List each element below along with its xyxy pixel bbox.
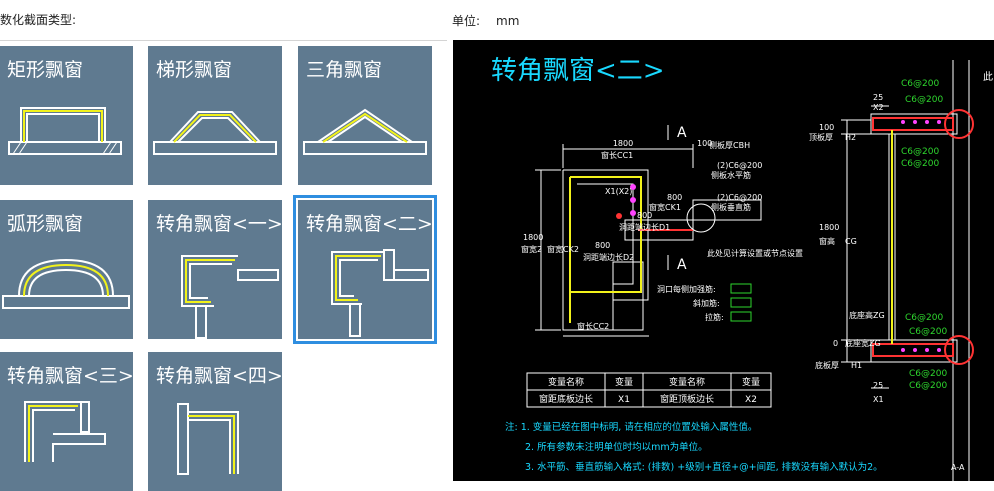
table-cell: 窗距顶板边长	[660, 393, 714, 405]
dim-800-a: 800	[667, 193, 682, 202]
table-cell: 窗距底板边长	[539, 393, 593, 405]
rebar-label: C6@200	[909, 369, 947, 379]
label-kuan2: 窗宽2	[521, 244, 542, 254]
label-note-calc: 此处见计算设置或节点设置	[707, 248, 803, 258]
label-aa: A-A	[951, 463, 965, 472]
rebar-label: C6@200	[901, 79, 939, 89]
unit-value: mm	[496, 14, 520, 28]
tile-label: 弧形飘窗	[7, 213, 84, 235]
note-line: 3. 水平筋、垂直筋输入格式: (排数) +级别+直径+@+间距, 排数没有输入…	[525, 461, 883, 473]
dim-25-bottom: 25	[873, 381, 883, 390]
label-ci: 此	[983, 70, 993, 83]
label-ck1: 窗宽CK1	[649, 202, 681, 212]
section-type-gallery: 矩形飘窗 梯形飘窗 三角飘窗 弧形飘窗 转角飘窗<一> 转角飘窗<二> 转角飘窗…	[0, 40, 447, 491]
tile-trapezoid-bay-window[interactable]: 梯形飘窗	[148, 46, 282, 185]
table-header: 变量名称	[669, 376, 705, 388]
label-zg: 底座高ZG	[849, 310, 885, 320]
rebar-label: C6@200	[909, 327, 947, 337]
tile-label: 转角飘窗<二>	[306, 213, 433, 235]
tile-label: 转角飘窗<一>	[156, 213, 283, 235]
tile-corner-bay-window-4[interactable]: 转角飘窗<四>	[148, 352, 283, 491]
label-d2: 洞距端边长D2	[583, 252, 634, 262]
label-cg-code: CG	[845, 237, 857, 246]
tile-label: 梯形飘窗	[156, 59, 233, 81]
dim-100-right: 100	[819, 123, 834, 132]
unit-label: 单位: mm	[452, 12, 519, 29]
label-cc2: 窗长CC2	[577, 321, 609, 331]
dim-0-right: 0	[833, 339, 838, 348]
label-diag: 斜加筋:	[693, 298, 720, 308]
tile-corner-bay-window-3[interactable]: 转角飘窗<三>	[0, 352, 134, 491]
tile-triangle-bay-window[interactable]: 三角飘窗	[298, 46, 432, 185]
tile-rect-bay-window[interactable]: 矩形飘窗	[0, 46, 133, 185]
label-bottom-thk: 底板厚	[815, 360, 839, 370]
dim-800-b: 800	[637, 211, 652, 220]
dim-800-c: 800	[595, 241, 610, 250]
tile-corner-bay-window-1[interactable]: 转角飘窗<一>	[148, 200, 283, 339]
tile-label: 矩形飘窗	[7, 59, 84, 81]
tile-arc-bay-window[interactable]: 弧形飘窗	[0, 200, 133, 339]
label-x1: X1	[873, 395, 884, 404]
dim-1800-top: 1800	[613, 139, 633, 148]
label-d1: 洞距端边长D1	[619, 222, 670, 232]
rebar-label: C6@200	[901, 147, 939, 157]
label-x1x2: X1(X2)	[605, 187, 632, 196]
tile-corner-bay-window-2[interactable]: 转角飘窗<二>	[293, 195, 437, 344]
note-line: 2. 所有参数未注明单位时均以mm为单位。	[525, 441, 708, 453]
label-rebar-2: (2)C6@200	[717, 193, 762, 202]
label-h2: H2	[845, 133, 856, 142]
label-cbh: 侧板厚CBH	[709, 140, 750, 150]
section-marker-a-bottom: A	[677, 257, 687, 273]
unit-caption: 单位:	[452, 14, 481, 28]
label-ck2: 窗宽CK2	[547, 244, 579, 254]
label-zg-2: 底座宽ZG	[845, 338, 881, 348]
table-header: 变量名称	[548, 376, 584, 388]
table-header: 变量	[742, 376, 760, 388]
table-cell: X2	[745, 395, 757, 405]
label-side-vert: 侧板垂直筋	[711, 202, 751, 212]
tile-label: 转角飘窗<三>	[7, 365, 134, 387]
table-header: 变量	[615, 376, 633, 388]
label-side-horiz: 侧板水平筋	[711, 170, 751, 180]
label-tie: 拉筋:	[705, 312, 724, 322]
label-top-thk: 顶板厚	[809, 132, 833, 142]
section-marker-a-top: A	[677, 125, 687, 141]
dim-1800-left: 1800	[523, 233, 543, 242]
label-x2: X2	[873, 103, 884, 112]
tile-label: 转角飘窗<四>	[156, 365, 283, 387]
cad-canvas: 1800 100 A A 窗长CC1 侧板厚CBH X1(X2) (2)C6@2…	[505, 60, 993, 481]
dim-1800-right: 1800	[819, 223, 839, 232]
dim-25-top: 25	[873, 93, 883, 102]
note-line: 注: 1. 变量已经在图中标明, 请在相应的位置处输入属性值。	[505, 421, 757, 433]
label-hole-add: 洞口每侧加强筋:	[657, 284, 716, 294]
label-cg: 窗高	[819, 236, 835, 246]
table-cell: X1	[618, 395, 630, 405]
label-cc1: 窗长CC1	[601, 150, 633, 160]
section-type-label: 数化截面类型:	[0, 13, 77, 27]
rebar-label: C6@200	[909, 381, 947, 391]
tile-label: 三角飘窗	[306, 59, 383, 81]
rebar-label: C6@200	[901, 159, 939, 169]
label-h1: H1	[851, 361, 862, 370]
label-rebar-1: (2)C6@200	[717, 161, 762, 170]
rebar-label: C6@200	[905, 313, 943, 323]
section-detail-drawing: 转角飘窗<二> 1800 100 A A 窗长CC1 侧板厚CBH X1(X2)…	[453, 40, 994, 481]
rebar-label: C6@200	[905, 95, 943, 105]
